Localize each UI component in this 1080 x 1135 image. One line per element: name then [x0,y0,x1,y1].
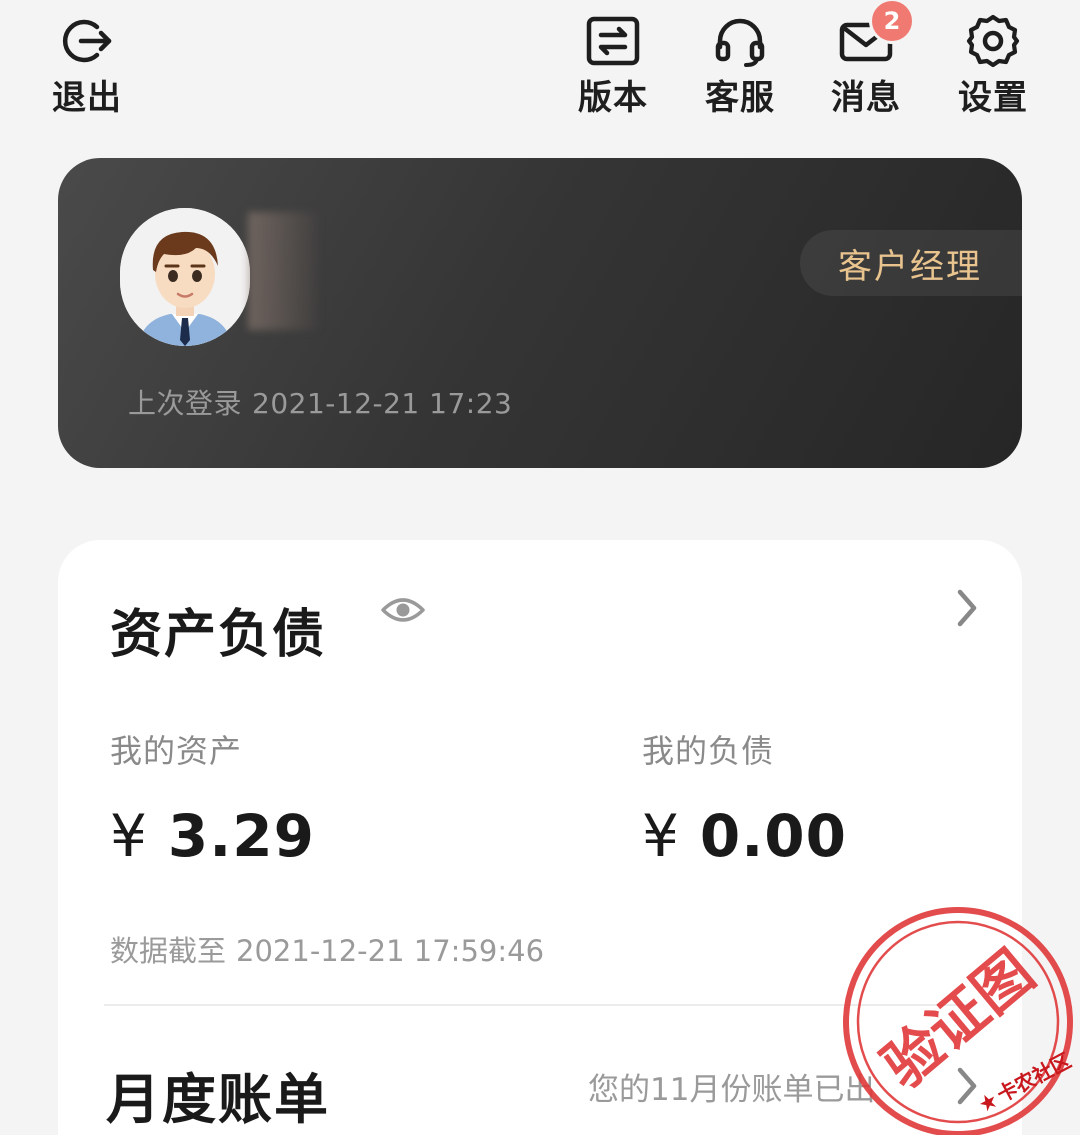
last-login-label: 上次登录 [128,387,243,420]
logout-label: 退出 [52,78,122,118]
messages-label: 消息 [831,78,901,118]
account-page: 退出 版本 客服 2 消息 设置 客户经理 上次登录 2021-12-21 17… [0,0,1080,1135]
version-button[interactable]: 版本 [558,10,668,118]
profile-card: 客户经理 上次登录 2021-12-21 17:23 [58,158,1022,468]
logout-icon [56,10,118,72]
messages-button[interactable]: 2 消息 [811,0,921,118]
hidden-username [248,212,318,330]
data-as-of: 数据截至 2021-12-21 17:59:46 [110,928,544,970]
customer-service-button[interactable]: 客服 [685,10,795,118]
version-label: 版本 [578,78,648,118]
messages-badge: 2 [869,0,915,44]
avatar[interactable] [120,208,250,346]
version-icon [582,10,644,72]
my-assets-amount[interactable]: ¥3.29 [110,802,315,870]
assets-card: 资产负债 我的资产 ¥3.29 我的负债 ¥0.00 数据截至 2021-12-2… [58,540,1022,1135]
bill-chevron-right-icon[interactable] [954,1066,980,1106]
last-login-info: 上次登录 2021-12-21 17:23 [128,382,512,422]
gear-icon [962,10,1024,72]
logout-button[interactable]: 退出 [32,10,142,118]
my-debts-value: 0.00 [699,802,848,870]
assets-title[interactable]: 资产负债 [110,592,326,667]
monthly-bill-note[interactable]: 您的11月份账单已出 [588,1064,875,1109]
my-assets-label: 我的资产 [110,732,243,770]
account-manager-button[interactable]: 客户经理 [800,230,1022,296]
top-bar: 退出 版本 客服 2 消息 设置 [0,0,1080,130]
monthly-bill-title[interactable]: 月度账单 [106,1055,330,1134]
my-debts-currency: ¥ [642,802,680,870]
customer-service-label: 客服 [705,78,775,118]
my-assets-value: 3.29 [167,802,316,870]
mail-icon: 2 [835,0,915,72]
settings-button[interactable]: 设置 [938,10,1048,118]
last-login-time: 2021-12-21 17:23 [252,387,513,420]
assets-chevron-right-icon[interactable] [954,588,980,628]
settings-label: 设置 [958,78,1028,118]
eye-icon[interactable] [380,594,426,626]
data-as-of-time: 2021-12-21 17:59:46 [236,934,545,968]
my-debts-amount[interactable]: ¥0.00 [642,802,847,870]
my-debts-label: 我的负债 [642,732,775,770]
divider [104,1004,976,1006]
data-as-of-label: 数据截至 [110,934,227,968]
my-assets-currency: ¥ [110,802,148,870]
headset-icon [709,10,771,72]
